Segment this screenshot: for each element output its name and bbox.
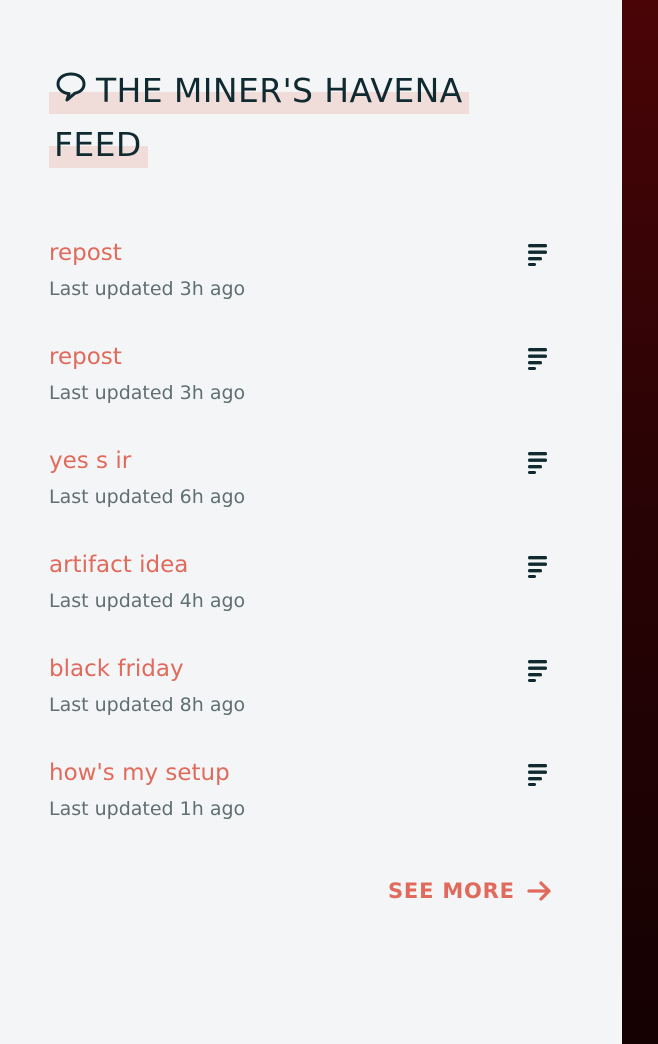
feed-item-updated: Last updated 3h ago [49,382,246,404]
feed-item-updated: Last updated 4h ago [49,590,246,612]
feed-item[interactable]: black friday Last updated 8h ago [49,646,549,750]
arrow-right-icon[interactable] [527,880,553,902]
menu-lines-icon[interactable] [527,346,549,370]
menu-lines-icon[interactable] [527,242,549,266]
feed-panel: THE MINER'S HAVENA FEED repost Last upda… [0,0,622,1044]
feed-item-title[interactable]: repost [49,344,122,370]
feed-item-title[interactable]: artifact idea [49,552,188,578]
feed-item-updated: Last updated 1h ago [49,798,246,820]
menu-lines-icon[interactable] [527,450,549,474]
speech-bubble-icon [56,72,86,102]
feed-item-title[interactable]: repost [49,240,122,266]
dark-side-panel [622,0,658,1044]
menu-lines-icon[interactable] [527,658,549,682]
heading-line-2: FEED [49,118,148,172]
feed-item[interactable]: artifact idea Last updated 4h ago [49,542,549,646]
feed-list: repost Last updated 3h ago repost Last u… [49,230,549,854]
see-more-link[interactable]: SEE MORE [388,874,553,908]
feed-item[interactable]: how's my setup Last updated 1h ago [49,750,549,854]
heading-text-line-2: FEED [54,125,142,164]
feed-item-updated: Last updated 6h ago [49,486,246,508]
heading-text-line-1: THE MINER'S HAVENA [96,71,463,110]
feed-item-updated: Last updated 3h ago [49,278,246,300]
feed-item-title[interactable]: black friday [49,656,184,682]
feed-item[interactable]: repost Last updated 3h ago [49,230,549,334]
feed-item-title[interactable]: yes s ir [49,448,131,474]
feed-item-title[interactable]: how's my setup [49,760,230,786]
menu-lines-icon[interactable] [527,762,549,786]
menu-lines-icon[interactable] [527,554,549,578]
feed-item[interactable]: yes s ir Last updated 6h ago [49,438,549,542]
see-more-label[interactable]: SEE MORE [388,879,515,903]
feed-heading: THE MINER'S HAVENA FEED [49,64,519,172]
heading-line-1: THE MINER'S HAVENA [49,64,469,118]
feed-item-updated: Last updated 8h ago [49,694,246,716]
feed-item[interactable]: repost Last updated 3h ago [49,334,549,438]
